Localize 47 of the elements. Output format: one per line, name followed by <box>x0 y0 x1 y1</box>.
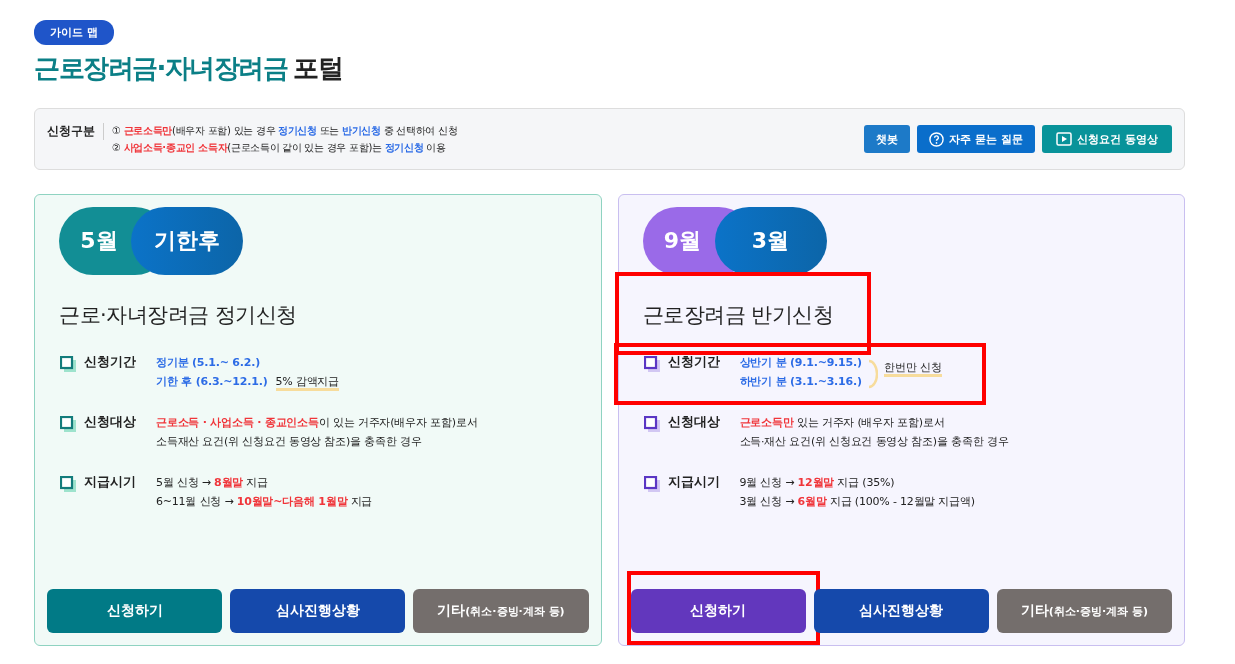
row-text: 3월 신청 → 6월말 지급 (100% - 12월말 지급액) <box>739 494 975 510</box>
portal-title-accent: 근로장려금·자녀장려금 <box>34 53 288 83</box>
row-label: 신청기간 <box>84 353 137 371</box>
square-bullet-icon <box>60 356 76 372</box>
row-text: 하반기 분 (3.1.~3.16.) <box>739 374 862 390</box>
row-label: 신청대상 <box>84 413 137 431</box>
notice-label: 신청구분 <box>47 123 104 140</box>
square-bullet-icon <box>643 416 660 432</box>
guide-map-badge: 가이드 맵 <box>34 20 114 45</box>
row-text: 근로소득만 있는 거주자 (배우자 포함)로서 <box>739 415 946 431</box>
period-pill: 3월 <box>714 207 827 275</box>
row-text: 근로소득 · 사업소득 · 종교인소득이 있는 거주자(배우자 포함)로서 <box>156 415 478 431</box>
row-text: 기한 후 (6.3.~12.1.) 5% 감액지급 <box>156 372 340 391</box>
row-text: 상반기 분 (9.1.~9.15.) <box>739 355 862 371</box>
card-title: 근로·자녀장려금 정기신청 <box>59 302 297 329</box>
portal-title: 포털 <box>293 53 343 83</box>
other-button[interactable]: 기타(취소·증빙·계좌 등) <box>996 589 1172 633</box>
review-status-button[interactable]: 심사진행상황 <box>230 589 406 633</box>
review-status-button[interactable]: 심사진행상황 <box>813 589 989 633</box>
row-text: 6~11월 신청 → 10월말~다음해 1월말 지급 <box>156 494 373 510</box>
row-label: 신청기간 <box>667 353 721 371</box>
square-bullet-icon <box>643 356 660 372</box>
card-title: 근로장려금 반기신청 <box>642 302 834 329</box>
chatbot-button[interactable]: 챗봇 <box>864 125 911 153</box>
apply-button[interactable]: 신청하기 <box>47 589 223 633</box>
row-text: 소득재산 요건(위 신청요건 동영상 참조)을 충족한 경우 <box>156 434 423 450</box>
help-icon <box>929 131 945 147</box>
row-label: 신청대상 <box>667 413 721 431</box>
row-label: 지급시기 <box>667 473 721 491</box>
other-button[interactable]: 기타(취소·증빙·계좌 등) <box>413 589 589 633</box>
row-label: 지급시기 <box>84 473 137 491</box>
notice-text: ② 사업소득·종교인 소득자(근로소득이 같이 있는 경우 포함)는 정기신청 이용 <box>112 141 447 155</box>
play-icon <box>1056 132 1073 146</box>
faq-button[interactable]: 자주 묻는 질문 <box>917 125 1036 153</box>
note-text: 한번만 신청 <box>883 362 943 377</box>
bracket-icon <box>867 359 878 389</box>
square-bullet-icon <box>60 416 76 432</box>
apply-button[interactable]: 신청하기 <box>630 589 806 633</box>
period-pill: 기한후 <box>131 207 243 275</box>
row-text: 9월 신청 → 12월말 지급 (35%) <box>739 475 896 491</box>
row-text: 정기분 (5.1.~ 6.2.) <box>156 355 262 371</box>
square-bullet-icon <box>643 476 660 492</box>
video-button[interactable]: 신청요건 동영상 <box>1042 125 1172 153</box>
row-text: 소득·재산 요건(위 신청요건 동영상 참조)을 충족한 경우 <box>739 434 1009 450</box>
row-text: 5월 신청 → 8월말 지급 <box>156 475 270 491</box>
square-bullet-icon <box>60 476 76 492</box>
notice-text: ① 근로소득만(배우자 포함) 있는 경우 정기신청 또는 반기신청 중 선택하여 신청 <box>112 124 459 138</box>
